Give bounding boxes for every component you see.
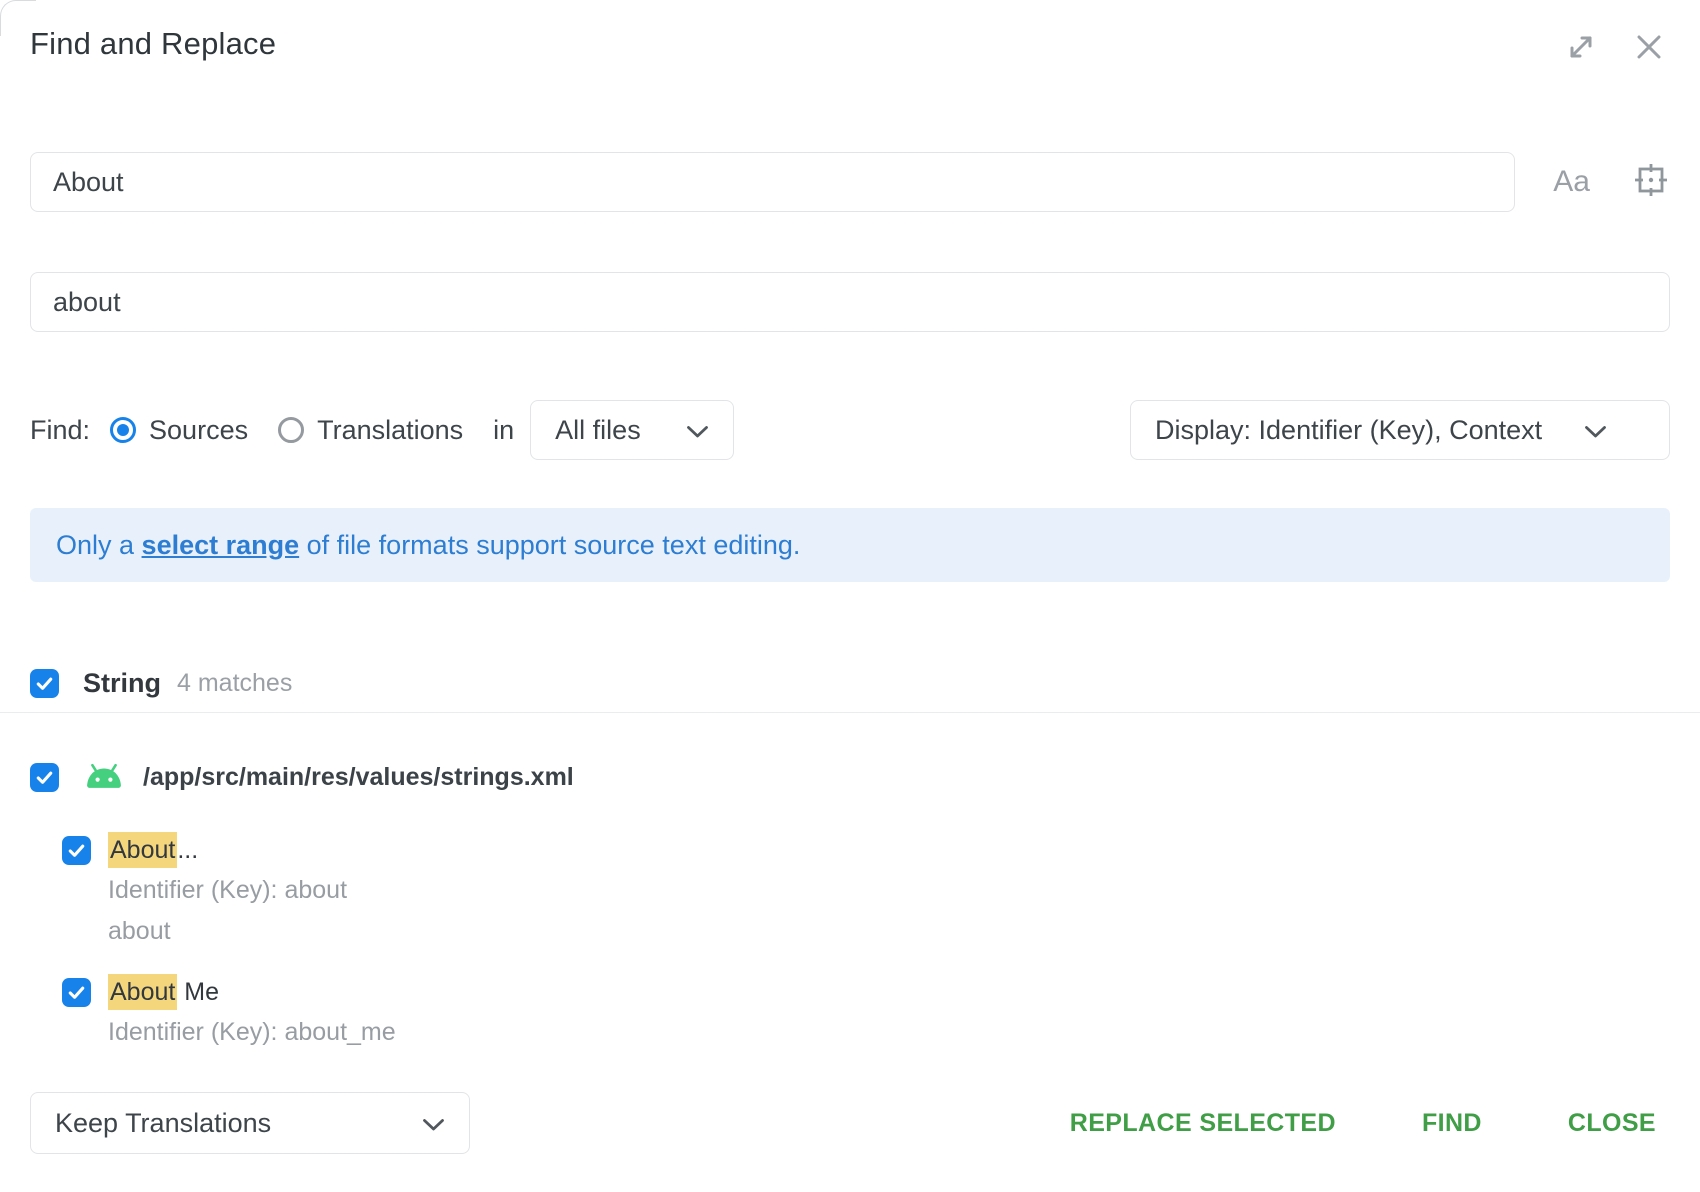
chevron-down-icon [422,1108,445,1139]
file-path: /app/src/main/res/values/strings.xml [143,763,574,792]
radio-sources-control[interactable] [110,417,136,443]
divider [0,712,1700,713]
expand-icon[interactable] [1564,30,1598,64]
close-button[interactable]: CLOSE [1568,1109,1656,1138]
dialog-title: Find and Replace [30,26,276,62]
replace-input[interactable] [30,272,1670,332]
find-label: Find: [30,415,90,446]
match-checkbox[interactable] [62,836,91,865]
string-group-count: 4 matches [177,669,292,698]
string-group-label: String [83,668,161,699]
translations-mode-value: Keep Translations [55,1108,271,1139]
radio-sources-label: Sources [149,415,248,446]
radio-translations-control[interactable] [278,417,304,443]
file-checkbox[interactable] [30,763,59,792]
android-file-icon [81,762,127,792]
display-options-select[interactable]: Display: Identifier (Key), Context [1130,400,1670,460]
match-row: About... Identifier (Key): about about [62,832,347,950]
find-button[interactable]: FIND [1422,1109,1482,1138]
match-checkbox[interactable] [62,978,91,1007]
chevron-down-icon [1584,415,1607,446]
match-identifier: Identifier (Key): about [108,871,347,909]
radio-sources[interactable]: Sources [110,415,248,446]
find-and-replace-dialog: Find and Replace Aa [0,0,1700,1192]
match-whole-selection-icon[interactable] [1632,161,1670,204]
files-filter-select[interactable]: All files [530,400,734,460]
files-filter-value: All files [555,415,641,446]
string-group-checkbox[interactable] [30,669,59,698]
in-label: in [493,415,514,446]
banner-text-suffix: of file formats support source text edit… [299,530,800,560]
select-range-link[interactable]: select range [142,530,300,560]
replace-selected-button[interactable]: REPLACE SELECTED [1070,1109,1336,1138]
search-input[interactable] [30,152,1515,212]
match-identifier: Identifier (Key): about_me [108,1013,396,1051]
match-source-text: About... [108,832,347,868]
banner-text-prefix: Only a [56,530,142,560]
match-case-toggle[interactable]: Aa [1553,165,1590,199]
match-context: about [108,912,347,950]
match-highlight: About [108,832,177,868]
radio-translations[interactable]: Translations [278,415,463,446]
info-banner: Only a select range of file formats supp… [30,508,1670,582]
close-icon[interactable] [1632,30,1666,64]
match-highlight: About [108,974,177,1010]
match-source-text: About Me [108,974,396,1010]
translations-mode-select[interactable]: Keep Translations [30,1092,470,1154]
match-row: About Me Identifier (Key): about_me [62,974,396,1051]
display-options-value: Display: Identifier (Key), Context [1155,415,1542,446]
radio-translations-label: Translations [317,415,463,446]
chevron-down-icon [686,415,709,446]
